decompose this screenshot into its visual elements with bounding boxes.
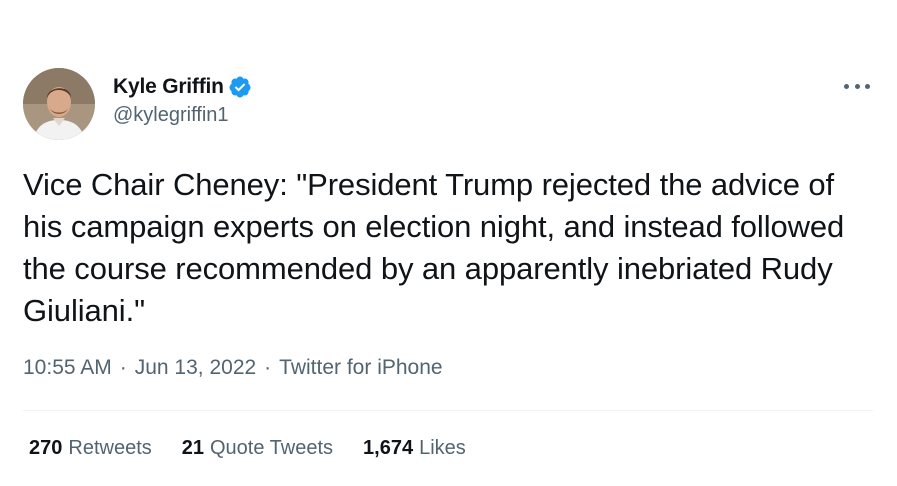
more-dot [844,83,849,89]
retweets-label: Retweets [68,437,152,459]
meta-separator: · [119,356,127,379]
author-display-name[interactable]: Kyle Griffin [113,75,224,99]
more-dot [865,83,870,89]
verified-badge-icon [228,75,252,99]
likes-label: Likes [419,437,466,459]
avatar[interactable] [23,68,95,140]
tweet-time[interactable]: 10:55 AM [23,356,112,380]
retweets-stat[interactable]: 270 Retweets [29,437,152,460]
quote-tweets-stat[interactable]: 21 Quote Tweets [182,437,333,460]
tweet-source[interactable]: Twitter for iPhone [279,356,442,380]
author-block: Kyle Griffin @kylegriffin1 [113,72,252,127]
tweet-stats: 270 Retweets 21 Quote Tweets 1,674 Likes [29,437,496,460]
more-options-icon[interactable] [844,76,870,96]
meta-separator: · [264,356,272,379]
tweet-meta: 10:55 AM · Jun 13, 2022 · Twitter for iP… [23,356,443,380]
tweet-text: Vice Chair Cheney: "President Trump reje… [23,167,845,328]
tweet-card: Kyle Griffin @kylegriffin1 Vice Chair Ch… [0,0,897,486]
more-dot [854,83,860,89]
quote-tweets-label: Quote Tweets [210,437,334,459]
retweets-count: 270 [29,437,63,459]
likes-stat[interactable]: 1,674 Likes [363,437,466,460]
quote-tweets-count: 21 [181,437,204,459]
divider [23,410,873,411]
avatar-image [23,68,95,140]
tweet-date[interactable]: Jun 13, 2022 [135,356,256,380]
author-handle[interactable]: @kylegriffin1 [113,104,252,127]
likes-count: 1,674 [363,437,414,459]
author-name-row: Kyle Griffin [113,72,252,102]
